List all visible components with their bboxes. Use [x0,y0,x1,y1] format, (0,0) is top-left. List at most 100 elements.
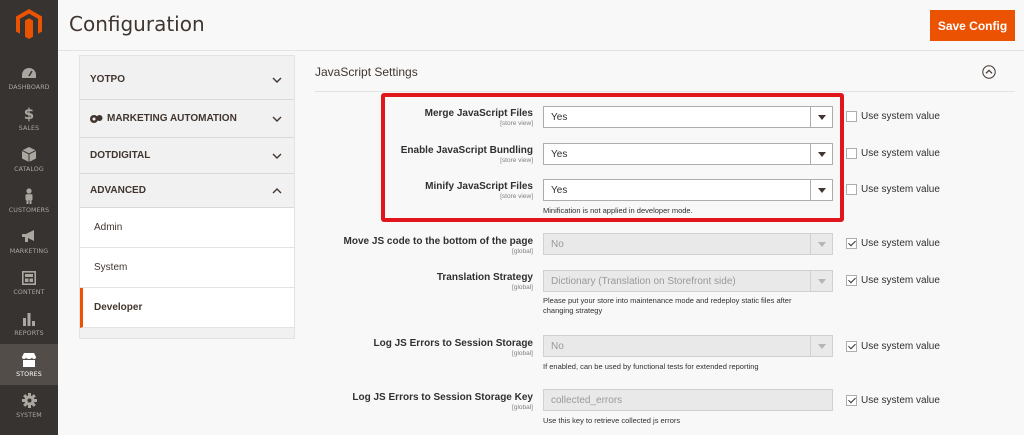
use-system-checkbox[interactable] [846,111,857,122]
tab-item-label: Developer [94,302,143,313]
field-label-text: Translation Strategy [436,272,533,283]
minify-js-use-system[interactable]: Use system value [846,184,940,195]
use-system-checkbox[interactable] [846,148,857,159]
dashboard-icon [20,65,38,81]
translation-strategy-note: Please put your store into maintenance m… [543,296,792,315]
use-system-checkbox[interactable] [846,395,857,406]
field-scope: [global] [512,284,533,291]
field-label-log-js-errors: Log JS Errors to Session Storage [global… [330,338,533,357]
tab-item-label: System [94,262,128,273]
caret-down-icon [810,336,832,356]
field-label-text: Move JS code to the bottom of the page [343,236,533,247]
nav-item-stores[interactable]: STORES [0,344,58,385]
bar-chart-icon [20,311,38,327]
use-system-label: Use system value [861,111,940,122]
nav-item-content[interactable]: CONTENT [0,262,58,303]
highlight-annotation [381,93,844,222]
use-system-label: Use system value [861,184,940,195]
nav-label: MARKETING [9,247,49,255]
chevron-down-icon [272,116,282,122]
layout-icon [20,270,38,286]
log-js-errors-key-input[interactable]: collected_errors [543,389,833,411]
field-scope: [global] [512,404,533,411]
select-value: Dictionary (Translation on Storefront si… [551,275,736,287]
magento-admin: DASHBOARD $ SALES CATALOG CUSTOMERS MARK… [0,0,1024,435]
store-icon [20,352,38,368]
nav-label: REPORTS [14,329,44,337]
tab-group-label: DOTDIGITAL [90,150,151,161]
log-js-errors-note: If enabled, can be used by functional te… [543,362,759,371]
collapse-section-icon[interactable] [982,65,996,79]
nav-label: SYSTEM [16,411,42,419]
tab-group-label: YOTPO [90,74,126,85]
nav-label: CATALOG [14,165,44,173]
use-system-checkbox[interactable] [846,238,857,249]
log-js-errors-use-system[interactable]: Use system value [846,341,940,352]
select-value: No [551,238,564,250]
translation-strategy-select[interactable]: Dictionary (Translation on Storefront si… [543,270,833,292]
section-title: JavaScript Settings [315,65,418,79]
field-label-text: Log JS Errors to Session Storage Key [352,392,533,403]
section-divider [315,91,1015,92]
nav-item-reports[interactable]: REPORTS [0,303,58,344]
log-js-errors-select[interactable]: No [543,335,833,357]
tab-item-system[interactable]: System [80,248,294,288]
move-js-bottom-select[interactable]: No [543,233,833,255]
magento-logo-icon [16,9,42,39]
use-system-label: Use system value [861,148,940,159]
tab-group-label: ADVANCED [90,185,146,196]
save-config-button[interactable]: Save Config [930,10,1015,41]
chevron-down-icon [272,77,282,83]
page-title: Configuration [69,12,205,36]
use-system-label: Use system value [861,275,940,286]
person-icon [20,187,38,204]
nav-item-system[interactable]: SYSTEM [0,385,58,426]
tab-group-dotdigital[interactable]: DOTDIGITAL [80,138,294,174]
move-js-bottom-use-system[interactable]: Use system value [846,238,940,249]
chevron-up-icon [272,187,282,193]
log-js-errors-key-use-system[interactable]: Use system value [846,395,940,406]
select-value: No [551,340,564,352]
nav-item-catalog[interactable]: CATALOG [0,139,58,180]
use-system-checkbox[interactable] [846,341,857,352]
header-divider [58,50,1024,51]
chevron-down-icon [272,153,282,159]
use-system-label: Use system value [861,238,940,249]
field-label-translation-strategy: Translation Strategy [global] [330,272,533,291]
tab-group-marketing-automation[interactable]: MARKETING AUTOMATION [80,100,294,138]
tab-item-admin[interactable]: Admin [80,208,294,248]
nav-item-sales[interactable]: $ SALES [0,98,58,139]
log-js-errors-key-note: Use this key to retrieve collected js er… [543,416,681,425]
nav-item-dashboard[interactable]: DASHBOARD [0,57,58,98]
nav-label: SALES [18,124,40,132]
use-system-checkbox[interactable] [846,184,857,195]
caret-down-icon [810,234,832,254]
merge-js-use-system[interactable]: Use system value [846,111,940,122]
nav-label: CONTENT [13,288,45,296]
field-label-text: Log JS Errors to Session Storage [373,338,533,349]
magento-logo[interactable] [0,0,58,48]
nav-label: DASHBOARD [8,83,50,91]
tab-group-yotpo[interactable]: YOTPO [80,60,294,100]
js-bundling-use-system[interactable]: Use system value [846,148,940,159]
nav-item-customers[interactable]: CUSTOMERS [0,180,58,221]
field-scope: [global] [512,350,533,357]
field-label-log-js-errors-key: Log JS Errors to Session Storage Key [gl… [330,392,533,411]
use-system-label: Use system value [861,395,940,406]
nav-label: CUSTOMERS [8,206,50,214]
config-tabs: YOTPO MARKETING AUTOMATION DOTDIGITAL AD… [79,55,295,339]
tab-item-label: Admin [94,222,123,233]
cube-icon [20,147,38,163]
dollar-icon: $ [23,104,35,123]
caret-down-icon [810,271,832,291]
tab-group-advanced[interactable]: ADVANCED [80,174,294,208]
field-label-move-js-bottom: Move JS code to the bottom of the page [… [330,236,533,255]
nav-label: STORES [16,370,42,378]
tab-group-label: MARKETING AUTOMATION [107,113,237,124]
tab-item-developer[interactable]: Developer [80,288,294,328]
field-scope: [global] [512,248,533,255]
translation-strategy-use-system[interactable]: Use system value [846,275,940,286]
nav-item-marketing[interactable]: MARKETING [0,221,58,262]
gear-icon [20,393,38,409]
use-system-checkbox[interactable] [846,275,857,286]
